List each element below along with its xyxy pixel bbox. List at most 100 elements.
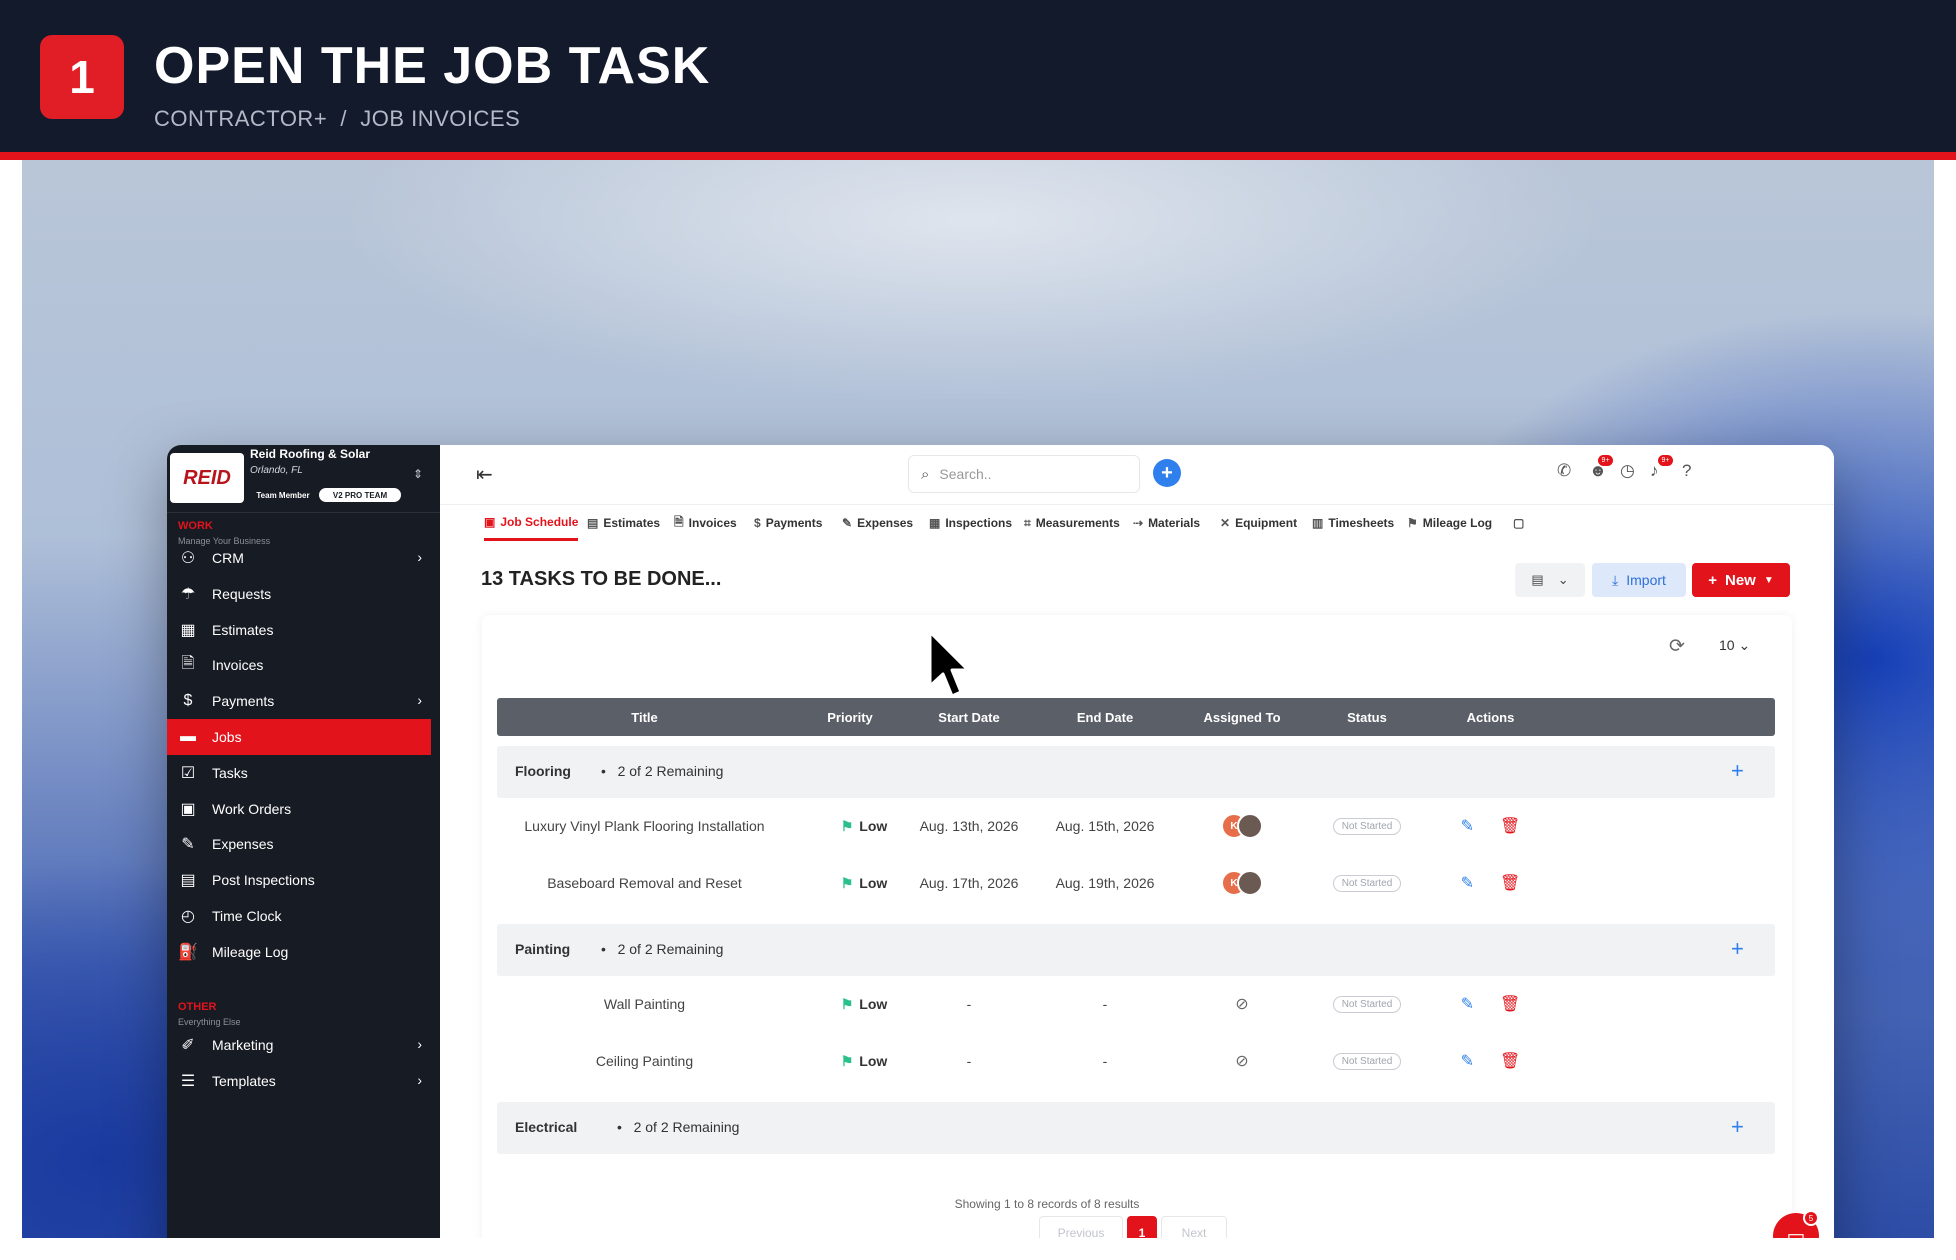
trash-icon[interactable]: 🗑: [1500, 873, 1520, 893]
add-task-icon[interactable]: +: [1731, 758, 1744, 784]
column-header-status[interactable]: Status: [1304, 698, 1430, 736]
clock-icon[interactable]: ◷: [1620, 461, 1635, 481]
current-page-button[interactable]: 1: [1127, 1216, 1157, 1238]
sidebar-item-requests[interactable]: ☂ Requests: [167, 576, 431, 612]
task-title[interactable]: Wall Painting: [497, 976, 792, 1032]
company-logo: REID: [170, 453, 244, 503]
priority-label: Low: [859, 818, 888, 834]
unassigned-icon[interactable]: ⊘: [1180, 976, 1304, 1032]
team-badge: V2 PRO TEAM: [319, 488, 401, 502]
task-group-painting[interactable]: Painting • 2 of 2 Remaining +: [497, 924, 1775, 976]
sidebar-item-mileage-log[interactable]: ⛽ Mileage Log: [167, 934, 431, 970]
chevron-down-icon: ⌄: [1557, 572, 1569, 587]
phone-icon[interactable]: ✆: [1557, 461, 1571, 481]
sidebar-item-marketing[interactable]: ✐ Marketing ›: [167, 1027, 431, 1063]
edit-icon[interactable]: ✎: [1461, 994, 1474, 1014]
column-header-assigned-to[interactable]: Assigned To: [1180, 698, 1304, 736]
edit-icon[interactable]: ✎: [1461, 1051, 1474, 1071]
new-button[interactable]: + New ▼: [1692, 563, 1790, 597]
tab-job-schedule[interactable]: ▣ Job Schedule: [484, 505, 579, 541]
view-toggle-button[interactable]: ▤ ⌄: [1515, 563, 1585, 597]
tab-equipment[interactable]: ✕ Equipment: [1220, 505, 1297, 541]
column-header-priority[interactable]: Priority: [792, 698, 908, 736]
import-button[interactable]: ⤓ Import: [1592, 563, 1686, 597]
tab-icon: ⌗: [1024, 515, 1031, 530]
trash-icon[interactable]: 🗑: [1500, 816, 1520, 836]
sidebar-item-estimates[interactable]: ▦ Estimates: [167, 612, 431, 648]
unassigned-icon[interactable]: ⊘: [1180, 1033, 1304, 1089]
task-group-flooring[interactable]: Flooring • 2 of 2 Remaining +: [497, 746, 1775, 798]
sidebar-item-label: Work Orders: [212, 800, 292, 817]
tab-icon: ✎: [842, 516, 853, 530]
requests-icon: ☂: [180, 585, 196, 603]
sidebar-item-crm[interactable]: ⚇ CRM ›: [167, 540, 431, 576]
tab-label: Equipment: [1235, 516, 1298, 530]
edit-icon[interactable]: ✎: [1461, 816, 1474, 836]
task-title[interactable]: Ceiling Painting: [497, 1033, 792, 1089]
dot-separator: •: [617, 1119, 634, 1135]
tab-invoices[interactable]: 🗎 Invoices: [674, 505, 737, 541]
sidebar-item-work-orders[interactable]: ▣ Work Orders: [167, 791, 431, 827]
sidebar-item-templates[interactable]: ☰ Templates ›: [167, 1063, 431, 1099]
sidebar-item-label: Invoices: [212, 657, 264, 674]
sidebar-item-label: Payments: [212, 693, 275, 710]
quick-add-button[interactable]: +: [1153, 459, 1181, 487]
task-status: Not Started: [1304, 976, 1430, 1032]
add-task-icon[interactable]: +: [1731, 936, 1744, 962]
tab-mileage-log[interactable]: ⚑ Mileage Log: [1407, 505, 1492, 541]
banner-breadcrumb: CONTRACTOR+ / JOB INVOICES: [154, 106, 521, 131]
task-title[interactable]: Luxury Vinyl Plank Flooring Installation: [497, 798, 792, 854]
dot-separator: •: [601, 941, 618, 957]
column-header-actions[interactable]: Actions: [1430, 698, 1551, 736]
task-priority: ⚑ Low: [806, 976, 922, 1032]
priority-label: Low: [859, 996, 888, 1012]
table-row[interactable]: Baseboard Removal and Reset ⚑ Low Aug. 17th…: [497, 855, 1775, 911]
sidebar-item-post-inspections[interactable]: ▤ Post Inspections: [167, 862, 431, 898]
sidebar-item-expenses[interactable]: ✎ Expenses: [167, 826, 431, 862]
search-input[interactable]: ⌕ Search..: [908, 455, 1140, 493]
tab-expenses[interactable]: ✎ Expenses: [842, 505, 913, 541]
sidebar-item-invoices[interactable]: 🗎 Invoices: [167, 647, 431, 683]
tab-timesheets[interactable]: ▥ Timesheets: [1312, 505, 1394, 541]
tab-more-icon[interactable]: ▢: [1513, 505, 1529, 541]
edit-icon[interactable]: ✎: [1461, 873, 1474, 893]
dot-separator: •: [601, 763, 618, 779]
add-task-icon[interactable]: +: [1731, 1114, 1744, 1140]
next-page-button[interactable]: Next: [1161, 1216, 1227, 1238]
column-header-title[interactable]: Title: [497, 698, 792, 736]
help-icon[interactable]: ?: [1682, 461, 1691, 481]
task-title[interactable]: Baseboard Removal and Reset: [497, 855, 792, 911]
column-header-start-date[interactable]: Start Date: [908, 698, 1030, 736]
tab-measurements[interactable]: ⌗ Measurements: [1024, 505, 1120, 541]
tab-payments[interactable]: $ Payments: [754, 505, 822, 541]
task-actions: ✎ 🗑: [1430, 855, 1551, 911]
bell-icon[interactable]: ♪: [1650, 461, 1659, 481]
company-switcher[interactable]: REID Reid Roofing & Solar Orlando, FL Te…: [167, 445, 440, 513]
sidebar-item-tasks[interactable]: ☑ Tasks: [167, 755, 431, 791]
priority-label: Low: [859, 1053, 888, 1069]
per-page-select[interactable]: 10 ⌄: [1719, 637, 1750, 654]
search-placeholder: Search..: [939, 466, 992, 482]
table-row[interactable]: Ceiling Painting ⚑ Low - - ⊘ Not Started ✎ 🗑: [497, 1033, 1775, 1089]
group-name: Flooring: [515, 763, 571, 779]
assigned-avatars[interactable]: K: [1180, 855, 1304, 911]
sidebar-item-jobs[interactable]: ▬ Jobs: [167, 719, 431, 755]
task-group-electrical[interactable]: Electrical • 2 of 2 Remaining +: [497, 1102, 1775, 1154]
chevron-updown-icon[interactable]: ⇕: [413, 467, 423, 481]
column-header-end-date[interactable]: End Date: [1030, 698, 1180, 736]
sidebar-item-payments[interactable]: $ Payments ›: [167, 683, 431, 719]
previous-page-button[interactable]: Previous: [1039, 1216, 1123, 1238]
sidebar-item-time-clock[interactable]: ◴ Time Clock: [167, 898, 431, 934]
tab-materials[interactable]: ⇢ Materials: [1133, 505, 1200, 541]
table-row[interactable]: Luxury Vinyl Plank Flooring Installation…: [497, 798, 1775, 854]
partially-hidden-row: [497, 1177, 1775, 1187]
tab-inspections[interactable]: ▦ Inspections: [929, 505, 1012, 541]
refresh-icon[interactable]: ⟳: [1669, 635, 1685, 658]
trash-icon[interactable]: 🗑: [1500, 994, 1520, 1014]
trash-icon[interactable]: 🗑: [1500, 1051, 1520, 1071]
tab-estimates[interactable]: ▤ Estimates: [587, 505, 660, 541]
collapse-sidebar-icon[interactable]: ⇤: [476, 462, 493, 487]
flag-icon: ⚑: [840, 874, 854, 891]
table-row[interactable]: Wall Painting ⚑ Low - - ⊘ Not Started ✎ 🗑: [497, 976, 1775, 1032]
assigned-avatars[interactable]: K: [1180, 798, 1304, 854]
